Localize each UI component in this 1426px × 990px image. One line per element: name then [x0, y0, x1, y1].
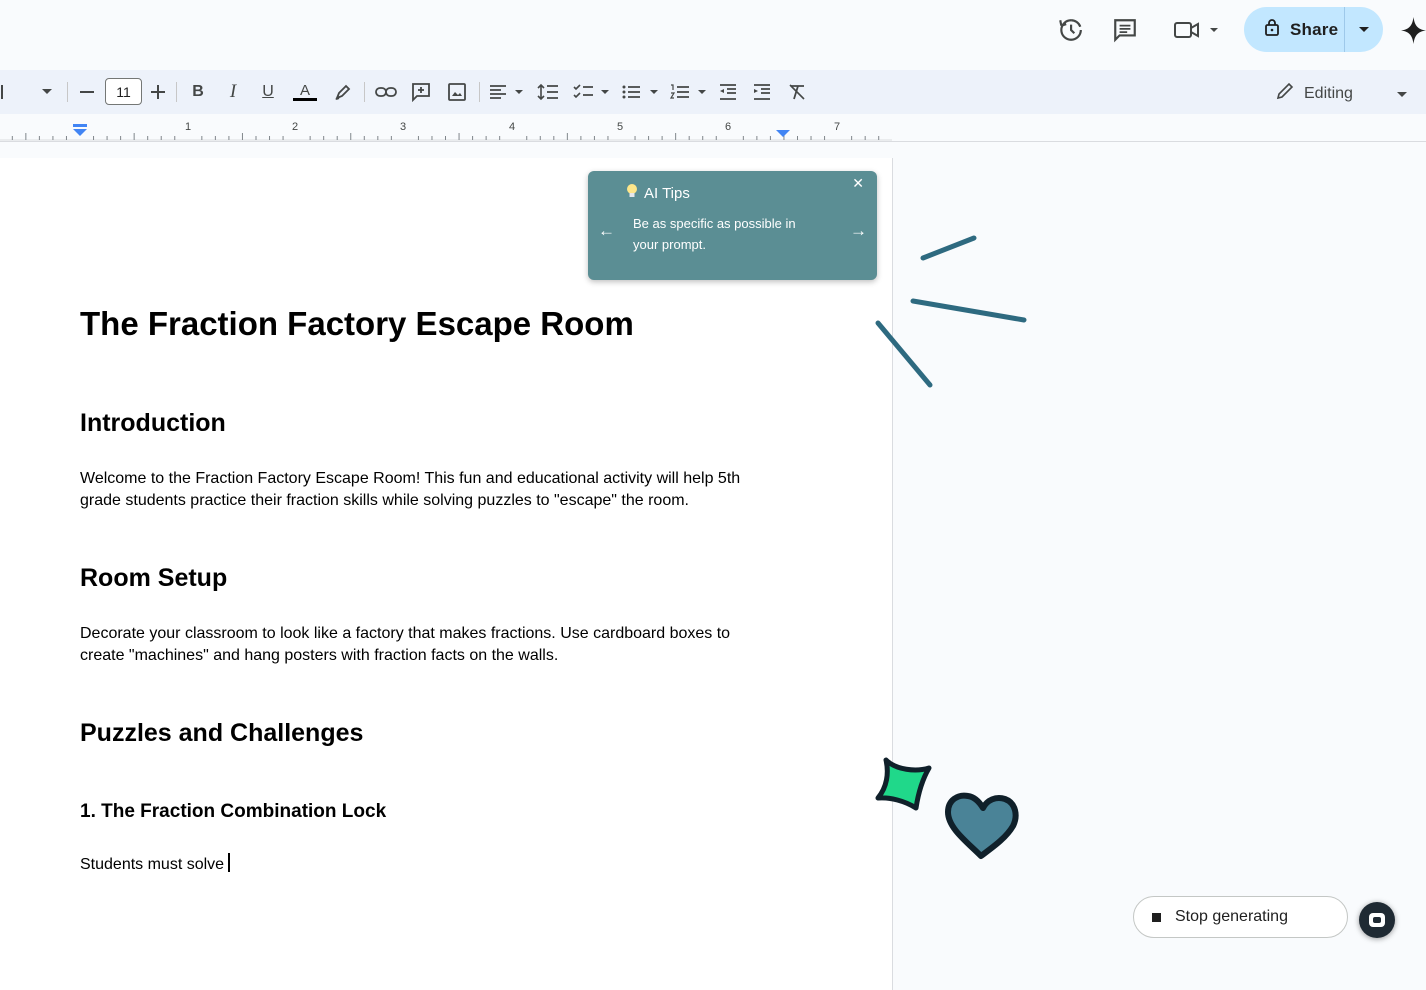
stop-generating-button[interactable]: Stop generating [1133, 896, 1348, 938]
line-spacing-icon[interactable] [536, 81, 560, 103]
bulleted-list-icon[interactable] [622, 81, 660, 103]
ruler-number: 2 [292, 121, 299, 133]
first-line-indent-marker [73, 124, 87, 127]
share-dropdown-button[interactable] [1344, 7, 1383, 52]
document-title[interactable]: The Fraction Factory Escape Room [80, 305, 780, 343]
arrow-right-icon[interactable]: → [850, 221, 867, 241]
increase-indent-icon[interactable] [752, 81, 772, 103]
heart-icon [945, 792, 1019, 859]
ai-tips-title: AI Tips [644, 184, 690, 202]
comment-icon[interactable] [1111, 16, 1139, 44]
share-label: Share [1290, 19, 1339, 39]
ruler-number: 6 [725, 121, 732, 133]
underline-icon[interactable]: U [258, 81, 278, 103]
decor-stroke [920, 235, 977, 261]
right-indent-marker [776, 130, 790, 137]
decrease-indent-icon[interactable] [718, 81, 738, 103]
puzzle-1-text: Students must solve [80, 856, 225, 873]
checklist-icon[interactable] [573, 81, 611, 103]
ruler-number: 1 [185, 121, 192, 133]
assistant-icon[interactable] [1359, 902, 1395, 938]
horizontal-ruler[interactable]: 1 2 3 4 5 6 7 [0, 114, 1426, 142]
numbered-list-icon[interactable] [670, 81, 708, 103]
clear-formatting-icon[interactable] [787, 81, 807, 103]
toolbar-divider [479, 82, 480, 102]
stop-icon [1152, 912, 1161, 922]
stop-generating-label: Stop generating [1175, 908, 1288, 925]
ruler-number: 4 [509, 121, 516, 133]
insert-comment-icon[interactable] [410, 81, 432, 103]
decrease-font-size-icon[interactable] [78, 81, 96, 103]
paragraph-puzzle-1[interactable]: Students must solve [80, 853, 780, 876]
insert-image-icon[interactable] [447, 81, 467, 103]
increase-font-size-icon[interactable] [149, 81, 167, 103]
heading-room-setup[interactable]: Room Setup [80, 564, 780, 593]
heading-puzzle-1[interactable]: 1. The Fraction Combination Lock [80, 801, 780, 823]
ruler-number: 7 [834, 121, 841, 133]
ai-tips-header: AI Tips [626, 183, 690, 203]
decor-stroke [910, 298, 1027, 323]
top-bar: Share [0, 0, 1426, 70]
toolbar-edge [0, 81, 4, 103]
insert-link-icon[interactable] [375, 81, 397, 103]
paragraph-introduction[interactable]: Welcome to the Fraction Factory Escape R… [80, 468, 770, 512]
history-icon[interactable] [1056, 16, 1084, 44]
paragraph-room-setup[interactable]: Decorate your classroom to look like a f… [80, 623, 760, 667]
bold-icon[interactable]: B [188, 81, 208, 103]
close-icon[interactable]: ✕ [852, 175, 864, 192]
chevron-down-icon [1359, 26, 1369, 32]
heading-introduction[interactable]: Introduction [80, 409, 780, 438]
toolbar-divider [67, 82, 68, 102]
ai-tips-body: Be as specific as possible in your promp… [633, 216, 796, 252]
lock-icon [1264, 18, 1280, 41]
text-color-icon[interactable]: A [292, 81, 318, 103]
ruler-number: 3 [400, 121, 407, 133]
font-size-input[interactable]: 11 [105, 78, 142, 105]
ruler-number: 5 [617, 121, 624, 133]
share-button[interactable]: Share [1244, 7, 1383, 52]
left-indent-marker [73, 129, 87, 136]
meet-video-icon[interactable] [1171, 16, 1221, 44]
chevron-down-icon [1396, 85, 1407, 103]
lightbulb-icon [626, 183, 638, 203]
editing-mode-dropdown[interactable]: Editing [1276, 82, 1407, 105]
toolbar-divider [176, 82, 177, 102]
document-page[interactable]: The Fraction Factory Escape Room Introdu… [0, 158, 893, 990]
pencil-icon [1276, 82, 1294, 105]
highlight-pen-icon[interactable] [333, 81, 353, 103]
arrow-left-icon[interactable]: ← [598, 221, 615, 241]
text-cursor [228, 853, 231, 872]
gemini-star-icon[interactable] [1401, 17, 1426, 49]
share-main-button[interactable]: Share [1244, 7, 1344, 52]
formatting-toolbar: 11 B I U A Editing [0, 70, 1426, 114]
align-left-icon[interactable] [489, 81, 525, 103]
ruler-ticks [0, 124, 892, 141]
toolbar-divider [364, 82, 365, 102]
italic-icon[interactable]: I [223, 81, 243, 103]
editing-mode-label: Editing [1304, 84, 1353, 102]
ai-tips-popup: AI Tips ✕ ← → Be as specific as possible… [588, 171, 877, 280]
heading-puzzles[interactable]: Puzzles and Challenges [80, 719, 780, 748]
font-dropdown-chevron-icon[interactable] [40, 81, 54, 103]
